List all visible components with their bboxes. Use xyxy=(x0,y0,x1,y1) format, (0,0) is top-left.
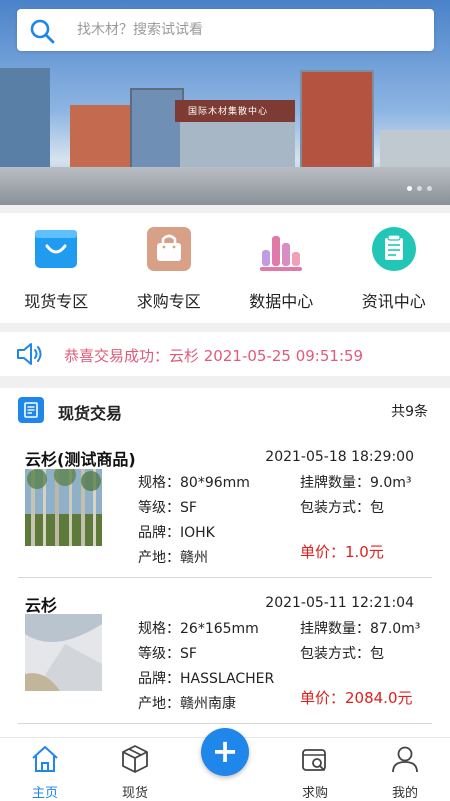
box-icon xyxy=(120,744,150,774)
tab-mine[interactable]: 我的 xyxy=(360,738,450,801)
quick-item-label: 资讯中心 xyxy=(338,288,450,312)
listing-brand: 品牌：IOHK xyxy=(138,522,215,542)
listing-price: 单价：2084.0元 xyxy=(300,687,413,708)
listing-name: 云杉(测试商品) xyxy=(25,446,136,470)
quick-item-label: 求购专区 xyxy=(113,288,226,312)
listing-quantity: 挂牌数量：87.0m³ xyxy=(300,618,420,638)
home-icon xyxy=(30,744,60,774)
bar-chart-icon xyxy=(258,226,304,272)
search-bar[interactable] xyxy=(17,9,434,51)
banner-sign-text: 国际木材集散中心 xyxy=(188,104,268,117)
quick-item-news[interactable]: 资讯中心 xyxy=(338,213,450,323)
divider xyxy=(0,376,450,388)
search-input[interactable] xyxy=(77,9,417,51)
search-folder-icon xyxy=(300,744,330,774)
listing-name: 云杉 xyxy=(25,592,57,616)
plus-icon: + xyxy=(201,733,249,769)
listing-time: 2021-05-11 12:21:04 xyxy=(265,595,414,611)
carousel-dot[interactable] xyxy=(427,186,432,191)
listing-card[interactable]: 云杉 2021-05-11 12:21:04 规格：26*165mm 挂牌数量：… xyxy=(0,578,450,724)
listing-spec: 规格：80*96mm xyxy=(138,472,250,492)
tab-label: 现货 xyxy=(90,782,180,801)
divider xyxy=(0,205,450,213)
publish-fab-button[interactable]: + xyxy=(201,728,249,776)
listing-image xyxy=(25,614,102,691)
listing-origin: 产地：赣州 xyxy=(138,547,208,567)
quick-item-label: 现货专区 xyxy=(0,288,113,312)
handbag-icon xyxy=(146,226,192,272)
quick-item-spot[interactable]: 现货专区 xyxy=(0,213,113,323)
banner-building xyxy=(0,68,50,178)
carousel-dot[interactable] xyxy=(407,186,412,191)
section-title: 现货交易 xyxy=(58,400,122,424)
listing-spec: 规格：26*165mm xyxy=(138,618,259,638)
listing-price: 单价：1.0元 xyxy=(300,541,384,562)
listing-card[interactable]: 云杉(测试商品) 2021-05-18 18:29:00 规格：80*96mm … xyxy=(0,432,450,578)
carousel-indicators xyxy=(407,186,432,191)
tab-label: 求购 xyxy=(270,782,360,801)
quick-menu: 现货专区 求购专区 数据中心 xyxy=(0,213,450,323)
speaker-icon xyxy=(16,342,46,366)
listing-packing: 包装方式：包 xyxy=(300,643,384,663)
divider xyxy=(18,723,432,724)
listing-image xyxy=(25,469,102,546)
tab-purchase[interactable]: 求购 xyxy=(270,738,360,801)
banner-ground xyxy=(0,167,450,205)
news-document-icon xyxy=(371,226,417,272)
listing-packing: 包装方式：包 xyxy=(300,497,384,517)
shopping-bag-icon xyxy=(33,226,79,272)
transaction-notice[interactable]: 恭喜交易成功：云杉 2021-05-25 09:51:59 xyxy=(0,332,450,376)
quick-item-purchase[interactable]: 求购专区 xyxy=(113,213,226,323)
notice-text: 恭喜交易成功：云杉 2021-05-25 09:51:59 xyxy=(64,345,363,366)
tab-label: 主页 xyxy=(0,782,90,801)
listing-quantity: 挂牌数量：9.0m³ xyxy=(300,472,412,492)
section-header: 现货交易 共9条 xyxy=(0,388,450,432)
listing-grade: 等级：SF xyxy=(138,497,197,517)
listing-grade: 等级：SF xyxy=(138,643,197,663)
quick-item-data[interactable]: 数据中心 xyxy=(225,213,338,323)
list-document-icon xyxy=(18,397,44,423)
carousel-dot[interactable] xyxy=(417,186,422,191)
tab-home[interactable]: 主页 xyxy=(0,738,90,801)
listing-origin: 产地：赣州南康 xyxy=(138,693,236,713)
tab-label: 我的 xyxy=(360,782,450,801)
divider xyxy=(0,323,450,332)
tab-spot[interactable]: 现货 xyxy=(90,738,180,801)
search-icon[interactable] xyxy=(29,18,55,44)
quick-item-label: 数据中心 xyxy=(225,288,338,312)
listing-brand: 品牌：HASSLACHER xyxy=(138,668,274,688)
user-icon xyxy=(390,744,420,774)
section-count: 共9条 xyxy=(391,401,428,421)
listing-time: 2021-05-18 18:29:00 xyxy=(265,449,414,465)
